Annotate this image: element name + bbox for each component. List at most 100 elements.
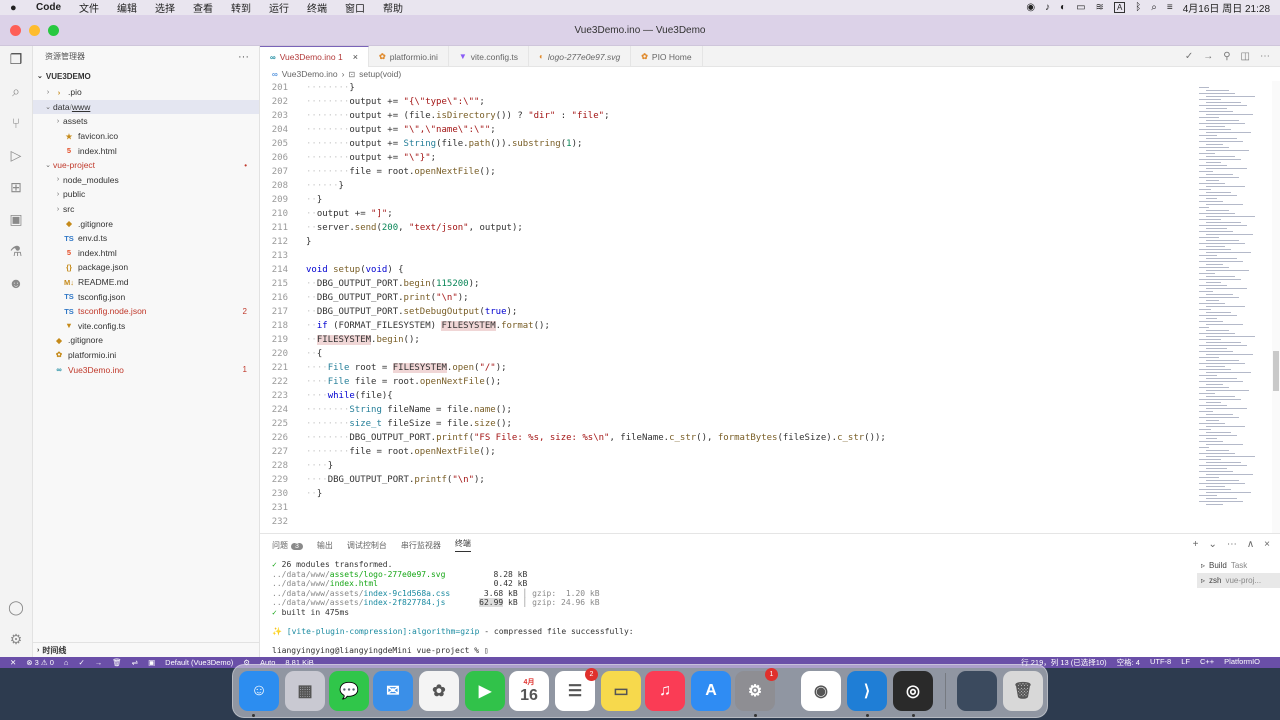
file-tree-item[interactable]: › assets (33, 114, 259, 129)
status-item[interactable]: C++ (1200, 657, 1214, 668)
scrollbar-thumb[interactable] (1273, 351, 1279, 391)
reminders-icon[interactable]: ☰ 2 (555, 668, 598, 711)
zoom-window-button[interactable] (48, 24, 59, 36)
terminal-instance[interactable]: ▹ Build Task (1197, 558, 1280, 573)
settings-gear-icon[interactable]: ⚙ (7, 630, 25, 648)
system-settings-icon[interactable]: ⚙ 1 (735, 668, 778, 711)
status-item[interactable]: PlatformIO (1224, 657, 1260, 668)
app-store-icon[interactable]: A (691, 671, 731, 711)
terminal-instance[interactable]: ▹ zsh vue-proj... (1197, 573, 1280, 588)
mail-icon[interactable]: ✉ (373, 671, 413, 711)
input-method-icon[interactable]: A (1113, 2, 1126, 13)
terminal-dropdown-icon[interactable]: ⌄ (1208, 539, 1216, 550)
run-debug-icon[interactable]: ▷ (7, 146, 25, 164)
file-tree-item[interactable]: › public (33, 187, 259, 202)
file-tree-item[interactable]: › node_modules (33, 173, 259, 188)
menu-item-edit[interactable]: 编辑 (117, 0, 137, 15)
music-icon[interactable]: ♫ (645, 671, 685, 711)
app-menu[interactable]: Code (36, 2, 61, 13)
menu-item-file[interactable]: 文件 (79, 0, 99, 15)
timeline-section[interactable]: › 时间线 (33, 642, 259, 657)
obs-icon[interactable]: ◎ (893, 671, 933, 711)
status-item[interactable]: UTF-8 (1150, 657, 1171, 668)
control-center-icon[interactable]: ≡ (1167, 2, 1173, 13)
breadcrumb-file[interactable]: Vue3Demo.ino (282, 69, 338, 79)
status-item[interactable]: LF (1181, 657, 1190, 668)
pin-icon[interactable]: ⚲ (1223, 51, 1230, 62)
panel-tab[interactable]: 输出 (317, 540, 333, 551)
status-item[interactable]: ✓ (78, 658, 84, 667)
status-item[interactable]: 🗑 (112, 658, 122, 667)
panel-tab[interactable]: 终端 (454, 538, 471, 552)
battery-icon[interactable]: ▭ (1076, 2, 1085, 13)
status-item[interactable]: Default (Vue3Demo) (165, 658, 233, 667)
explorer-icon[interactable]: ❐ (7, 50, 25, 68)
file-tree-item[interactable]: TS tsconfig.node.json 2 (33, 304, 259, 319)
close-window-button[interactable] (10, 24, 21, 36)
more-actions-icon[interactable]: ⋯ (1260, 51, 1270, 62)
status-item[interactable]: ⇌ (132, 658, 138, 667)
menu-item-view[interactable]: 查看 (193, 0, 213, 15)
messages-icon[interactable]: 💬 (329, 671, 369, 711)
finder-icon[interactable]: ☺ (239, 671, 279, 711)
remote-explorer-icon[interactable]: ▣ (7, 210, 25, 228)
panel-more-icon[interactable]: ⋯ (1227, 539, 1237, 550)
music-icon[interactable]: ♪ (1045, 2, 1050, 13)
status-item[interactable]: → (95, 658, 103, 667)
file-tree-item[interactable]: › › .pio (33, 85, 259, 100)
file-tree-item[interactable]: TS tsconfig.json (33, 289, 259, 304)
account-icon[interactable]: ◯ (7, 598, 25, 616)
editor-tab[interactable]: ✿ PIO Home (631, 46, 703, 67)
file-tree-item[interactable]: {} package.json (33, 260, 259, 275)
editor-tab[interactable]: ◐ logo-277e0e97.svg (529, 46, 632, 67)
close-tab-icon[interactable]: × (353, 52, 358, 62)
code-editor[interactable]: 201 ········} 202 ········output += "{\"typ… (260, 81, 1195, 533)
chrome-icon[interactable]: ◉ (801, 671, 841, 711)
file-tree-item[interactable]: ★ favicon.ico (33, 129, 259, 144)
file-tree-item[interactable]: ⌄ data / www (33, 99, 259, 115)
file-tree-item[interactable]: › src (33, 202, 259, 217)
screen-record-icon[interactable]: ◉ (1026, 2, 1035, 13)
panel-tab[interactable]: 串行监视器 (401, 540, 441, 551)
editor-tab[interactable]: ▼ vite.config.ts (449, 46, 530, 67)
testing-icon[interactable]: ⚗ (7, 242, 25, 260)
file-tree-item[interactable]: 5 index.html (33, 143, 259, 158)
notes-icon[interactable]: ▭ (601, 671, 641, 711)
dark-mode-icon[interactable]: ◐ (1060, 2, 1066, 13)
file-tree-item[interactable]: ∞ Vue3Demo.ino 1 (33, 362, 259, 377)
close-panel-icon[interactable]: × (1264, 539, 1270, 550)
menu-item-help[interactable]: 帮助 (383, 0, 403, 15)
minimap[interactable] (1195, 81, 1270, 533)
minimize-window-button[interactable] (29, 24, 40, 36)
maximize-panel-icon[interactable]: ∧ (1247, 539, 1254, 550)
panel-tab[interactable]: 调试控制台 (347, 540, 387, 551)
check-icon[interactable]: ✓ (1185, 51, 1193, 62)
vscode-icon[interactable]: ⟩ (847, 671, 887, 711)
file-tree-item[interactable]: ◆ .gitignore (33, 216, 259, 231)
more-actions-icon[interactable]: ··· (238, 51, 249, 63)
new-terminal-icon[interactable]: + (1193, 539, 1199, 550)
file-tree-item[interactable]: 5 index.html (33, 246, 259, 261)
editor-scrollbar[interactable] (1272, 81, 1280, 533)
terminal-output[interactable]: ✓ 26 modules transformed. ../data/www/ass… (272, 560, 1192, 655)
file-tree-item[interactable]: TS env.d.ts (33, 231, 259, 246)
calendar-icon[interactable]: 4月 16 (509, 671, 549, 711)
file-tree-item[interactable]: ▼ vite.config.ts (33, 319, 259, 334)
source-control-icon[interactable]: ⑂ (7, 114, 25, 132)
file-tree-item[interactable]: ◆ .gitignore (33, 333, 259, 348)
menu-item-go[interactable]: 转到 (231, 0, 251, 15)
file-tree-item[interactable]: ⌄ vue-project • (33, 158, 259, 173)
status-item[interactable]: ⊗ 3 ⚠ 0 (26, 658, 54, 667)
wifi-icon[interactable]: ≋ (1096, 2, 1104, 13)
launchpad-icon[interactable]: ▦ (285, 671, 325, 711)
platformio-icon[interactable]: ☻ (7, 274, 25, 292)
apple-icon[interactable]: ● (10, 2, 24, 14)
menu-item-window[interactable]: 窗口 (345, 0, 365, 15)
menu-item-selection[interactable]: 选择 (155, 0, 175, 15)
bluetooth-icon[interactable]: ᛒ (1135, 2, 1141, 13)
spotlight-icon[interactable]: ⌕ (1151, 2, 1157, 13)
split-editor-icon[interactable]: ◫ (1241, 51, 1250, 62)
file-tree-item[interactable]: M↓ README.md (33, 275, 259, 290)
status-item[interactable]: ⌂ (64, 658, 69, 667)
status-item[interactable]: ▣ (148, 658, 155, 667)
